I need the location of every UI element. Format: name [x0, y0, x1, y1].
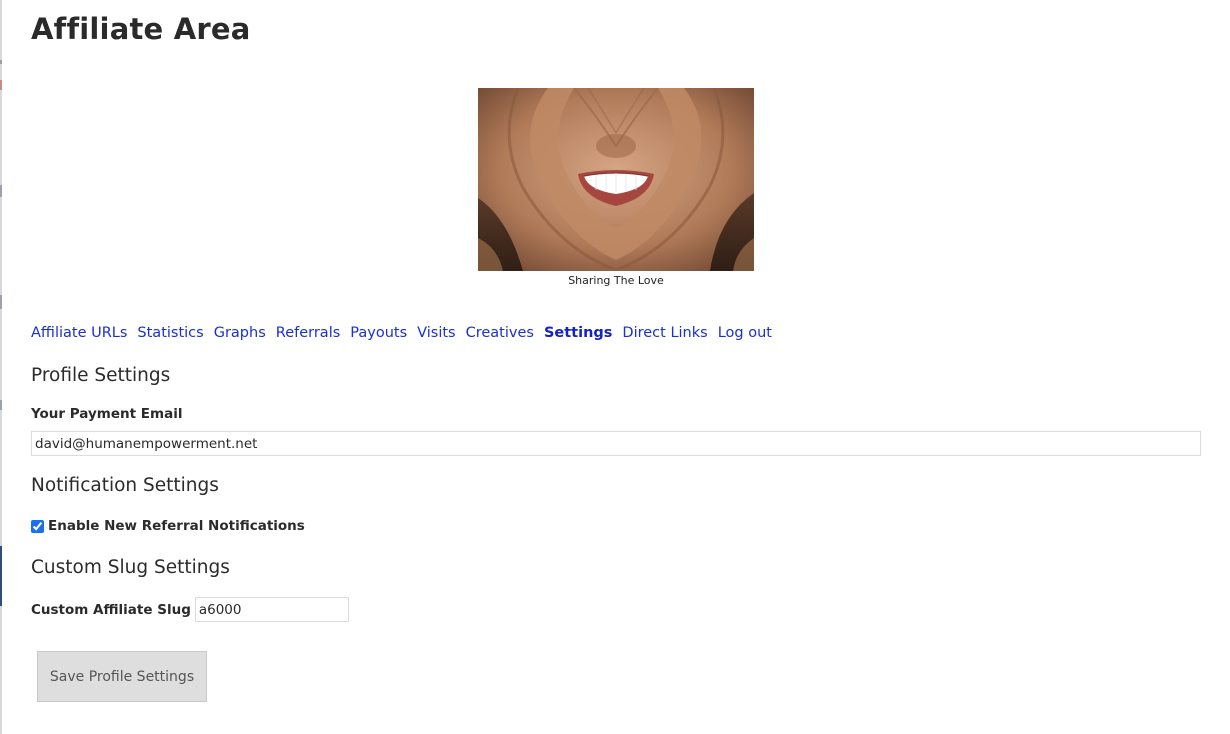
payment-email-label: Your Payment Email: [31, 406, 183, 422]
edge-marker: [0, 295, 2, 309]
referral-notifications-label[interactable]: Enable New Referral Notifications: [48, 518, 305, 534]
referral-notification-row: Enable New Referral Notifications: [31, 518, 305, 534]
tab-visits[interactable]: Visits: [417, 325, 455, 341]
tab-log-out[interactable]: Log out: [718, 325, 772, 341]
save-profile-settings-button[interactable]: Save Profile Settings: [37, 651, 207, 702]
page-title: Affiliate Area: [31, 12, 251, 46]
tab-creatives[interactable]: Creatives: [466, 325, 534, 341]
custom-slug-row: Custom Affiliate Slug: [31, 597, 349, 622]
hero-figure: Sharing The Love: [478, 88, 754, 287]
edge-marker: [0, 80, 2, 90]
edge-marker: [0, 546, 2, 606]
edge-marker: [0, 185, 2, 197]
tab-graphs[interactable]: Graphs: [214, 325, 266, 341]
profile-settings-heading: Profile Settings: [31, 365, 171, 386]
tab-statistics[interactable]: Statistics: [137, 325, 203, 341]
custom-slug-label: Custom Affiliate Slug: [31, 601, 191, 618]
tab-referrals[interactable]: Referrals: [276, 325, 341, 341]
tab-affiliate-urls[interactable]: Affiliate URLs: [31, 325, 127, 341]
affiliate-tabs: Affiliate URLs Statistics Graphs Referra…: [31, 325, 772, 341]
custom-slug-settings-heading: Custom Slug Settings: [31, 557, 230, 578]
edge-marker: [0, 400, 2, 410]
custom-slug-input[interactable]: [194, 597, 349, 622]
heart-hands-smile-image: [478, 88, 754, 271]
referral-notifications-checkbox[interactable]: [31, 519, 44, 533]
notification-settings-heading: Notification Settings: [31, 475, 219, 496]
tab-settings[interactable]: Settings: [544, 325, 612, 341]
window-left-edge: [0, 0, 2, 734]
payment-email-input[interactable]: [31, 431, 1201, 456]
tab-direct-links[interactable]: Direct Links: [622, 325, 707, 341]
image-caption: Sharing The Love: [568, 274, 664, 287]
tab-payouts[interactable]: Payouts: [350, 325, 407, 341]
edge-marker: [0, 60, 2, 64]
